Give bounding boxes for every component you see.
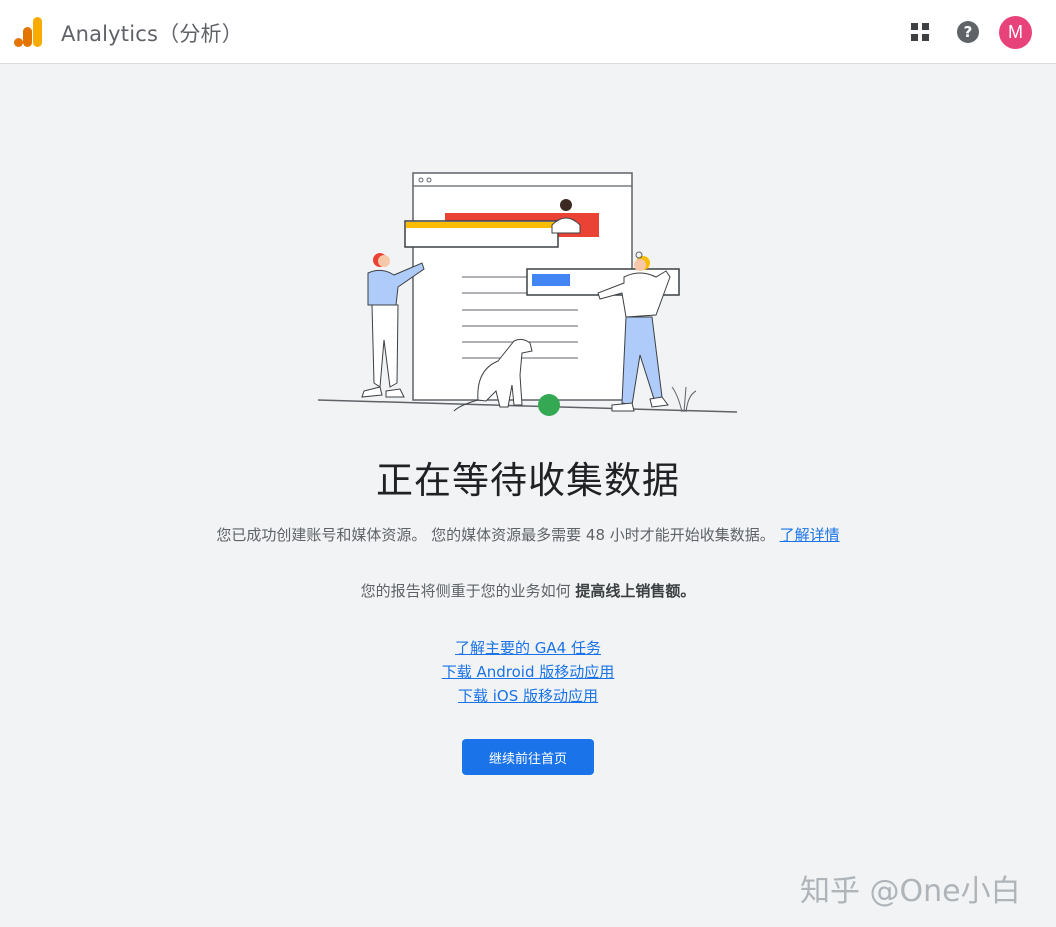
account-avatar[interactable]: M [999, 16, 1032, 49]
android-app-link[interactable]: 下载 Android 版移动应用 [0, 660, 1056, 684]
ios-app-link[interactable]: 下载 iOS 版移动应用 [0, 684, 1056, 708]
status-description: 您已成功创建账号和媒体资源。 您的媒体资源最多需要 48 小时才能开始收集数据。… [0, 524, 1056, 545]
help-icon[interactable]: ? [957, 21, 979, 43]
page-headline: 正在等待收集数据 [376, 459, 680, 502]
focus-bold-text: 提高线上销售额。 [575, 582, 696, 600]
app-title: Analytics（分析） [61, 22, 243, 46]
ga4-tasks-link[interactable]: 了解主要的 GA4 任务 [0, 636, 1056, 660]
continue-to-home-button[interactable]: 继续前往首页 [462, 739, 594, 775]
waiting-illustration [317, 172, 738, 416]
business-focus-text: 您的报告将侧重于您的业务如何 提高线上销售额。 [0, 580, 1056, 601]
top-app-bar: Analytics（分析） ? M [0, 0, 1056, 64]
learn-more-link[interactable]: 了解详情 [780, 526, 840, 544]
resource-links: 了解主要的 GA4 任务 下载 Android 版移动应用 下载 iOS 版移动… [0, 636, 1056, 708]
status-text: 您已成功创建账号和媒体资源。 您的媒体资源最多需要 48 小时才能开始收集数据。 [216, 526, 775, 544]
analytics-bars-icon[interactable] [14, 16, 44, 48]
watermark-text: 知乎 @One小白 [800, 874, 1021, 909]
focus-text: 您的报告将侧重于您的业务如何 [360, 582, 571, 600]
apps-grid-icon[interactable] [906, 18, 934, 46]
